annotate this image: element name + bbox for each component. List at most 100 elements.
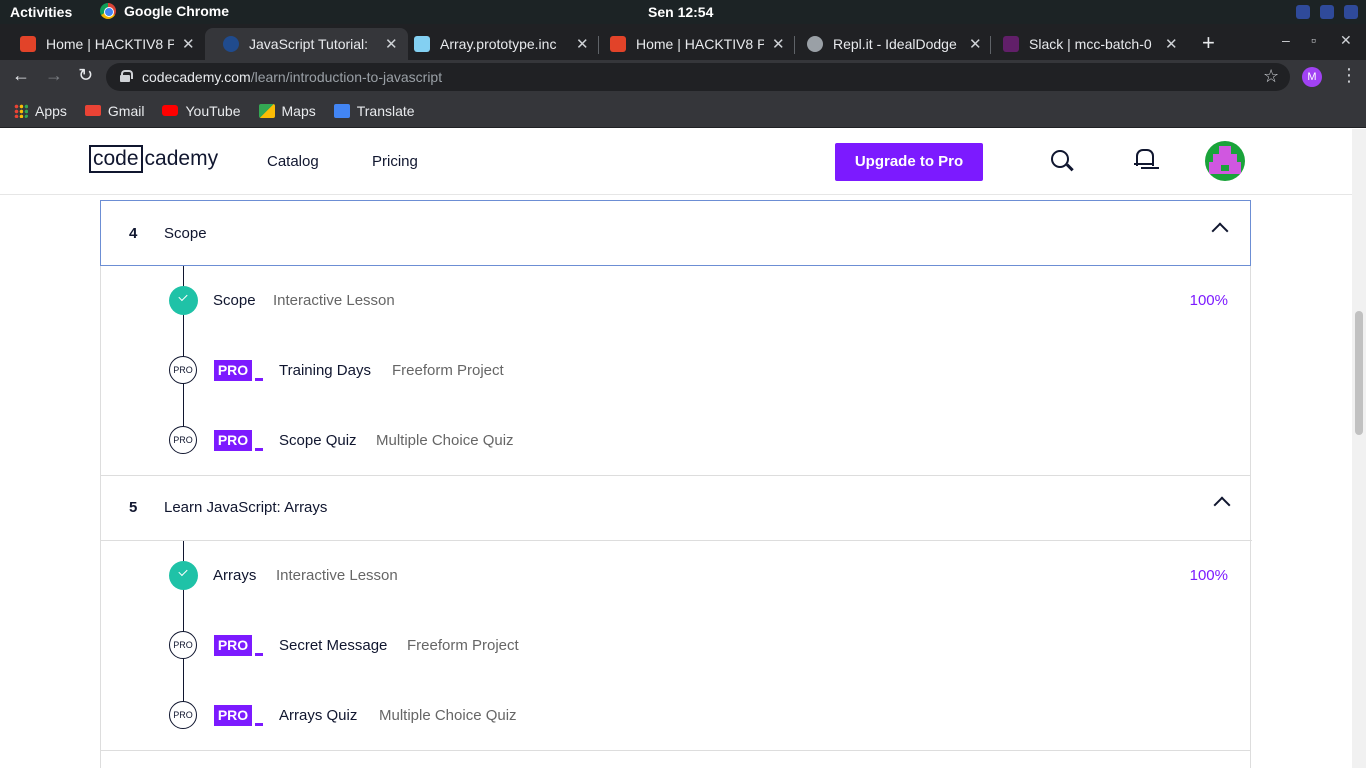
module-title: Scope	[164, 225, 207, 242]
syllabus-item[interactable]: PRO PRO Scope Quiz Multiple Choice Quiz	[101, 426, 1252, 456]
tab[interactable]: Repl.it - IdealDodge ✕	[789, 28, 992, 60]
back-icon[interactable]: ←	[12, 65, 30, 86]
pro-lock-icon: PRO	[169, 356, 197, 384]
power-icon[interactable]	[1344, 5, 1358, 19]
checkmark-icon	[169, 561, 198, 590]
volume-icon[interactable]	[1320, 5, 1334, 19]
pro-lock-icon: PRO	[169, 631, 197, 659]
module-header[interactable]: 4 Scope	[100, 200, 1251, 266]
upgrade-to-pro-button[interactable]: Upgrade to Pro	[835, 143, 983, 181]
module-number: 5	[129, 499, 138, 516]
clock[interactable]: Sen 12:54	[648, 4, 713, 20]
close-icon[interactable]: ✕	[576, 35, 589, 53]
slack-icon	[1003, 36, 1019, 52]
bookmark-maps[interactable]: Maps	[258, 102, 316, 119]
pro-badge: PRO	[214, 430, 252, 451]
bookmark-label: Translate	[356, 102, 415, 119]
pro-badge-cursor	[255, 378, 263, 381]
item-type: Multiple Choice Quiz	[376, 432, 514, 449]
tab[interactable]: Array.prototype.inc ✕	[396, 28, 599, 60]
bookmark-label: Maps	[281, 102, 316, 119]
page-scrollbar[interactable]	[1352, 129, 1366, 768]
tab[interactable]: Slack | mcc-batch-0 ✕	[985, 28, 1188, 60]
notification-bell-icon[interactable]	[1134, 149, 1154, 169]
item-type: Multiple Choice Quiz	[379, 707, 517, 724]
gmail-icon	[84, 105, 101, 116]
chevron-up-icon[interactable]	[1213, 496, 1231, 514]
item-title[interactable]: Scope Quiz	[279, 432, 357, 449]
nav-catalog[interactable]: Catalog	[267, 153, 319, 170]
module-title: Learn JavaScript: Arrays	[164, 499, 328, 516]
bookmark-star-icon[interactable]: ☆	[1263, 66, 1279, 87]
accessibility-icon[interactable]	[1296, 5, 1310, 19]
close-window-icon[interactable]: ✕	[1340, 32, 1352, 49]
item-type: Interactive Lesson	[276, 567, 398, 584]
minimize-icon[interactable]: –	[1282, 32, 1290, 48]
logo-rest-text: cademy	[144, 147, 219, 170]
bookmark-translate[interactable]: Translate	[333, 102, 415, 119]
bookmark-apps[interactable]: Apps	[14, 103, 67, 119]
item-title[interactable]: Training Days	[279, 362, 371, 379]
search-icon[interactable]	[1051, 150, 1069, 168]
module-scope: 4 Scope Scope Interactive Lesson 100% PR…	[100, 200, 1251, 475]
url-host: codecademy.com	[142, 69, 251, 85]
module-divider	[100, 750, 1251, 751]
syllabus-item[interactable]: Scope Interactive Lesson 100%	[101, 286, 1252, 316]
module-number: 4	[129, 225, 138, 242]
syllabus-item[interactable]: PRO PRO Arrays Quiz Multiple Choice Quiz	[101, 701, 1252, 731]
item-title[interactable]: Secret Message	[279, 637, 387, 654]
close-icon[interactable]: ✕	[772, 35, 785, 53]
bookmark-label: Apps	[35, 102, 67, 119]
pro-badge: PRO	[214, 705, 252, 726]
bookmark-gmail[interactable]: Gmail	[84, 103, 144, 119]
pro-lock-icon: PRO	[169, 426, 197, 454]
forward-icon[interactable]: →	[45, 65, 63, 86]
tab[interactable]: Home | HACKTIV8 P ✕	[2, 28, 205, 60]
close-icon[interactable]: ✕	[182, 35, 195, 53]
syllabus-item[interactable]: PRO PRO Secret Message Freeform Project	[101, 631, 1252, 661]
syllabus-item[interactable]: Arrays Interactive Lesson 100%	[101, 561, 1252, 591]
activities-button[interactable]: Activities	[10, 4, 72, 20]
item-title[interactable]: Arrays	[213, 567, 256, 584]
syllabus-item[interactable]: PRO PRO Training Days Freeform Project	[101, 356, 1252, 386]
system-top-bar: Activities Google Chrome Sen 12:54	[0, 0, 1366, 24]
bookmarks-bar: Apps Gmail YouTube Maps Translate	[0, 94, 1366, 128]
apps-grid-icon	[14, 103, 28, 118]
bookmark-youtube[interactable]: YouTube	[162, 103, 241, 119]
profile-avatar[interactable]: M	[1302, 67, 1322, 87]
module-header[interactable]: 5 Learn JavaScript: Arrays	[101, 475, 1252, 541]
codecademy-logo[interactable]: code cademy	[89, 145, 218, 173]
chrome-icon	[100, 3, 116, 19]
codecademy-icon	[223, 36, 239, 52]
menu-icon[interactable]: ⋮	[1340, 65, 1358, 86]
pro-badge: PRO	[214, 360, 252, 381]
system-tray[interactable]	[1296, 5, 1358, 19]
address-bar[interactable]: codecademy.com/learn/introduction-to-jav…	[106, 63, 1290, 91]
scrollbar-thumb[interactable]	[1355, 311, 1363, 435]
youtube-icon	[162, 105, 179, 116]
close-icon[interactable]: ✕	[1165, 35, 1178, 53]
item-title[interactable]: Scope	[213, 292, 256, 309]
tab-title: JavaScript Tutorial:	[249, 36, 369, 52]
logo-box-text: code	[89, 145, 143, 173]
chevron-up-icon[interactable]	[1211, 222, 1229, 240]
pro-badge: PRO	[214, 635, 252, 656]
user-avatar[interactable]	[1205, 141, 1245, 181]
app-menu[interactable]: Google Chrome	[100, 3, 229, 19]
tab[interactable]: Home | HACKTIV8 P ✕	[592, 28, 795, 60]
tab-active[interactable]: JavaScript Tutorial: ✕	[205, 28, 408, 60]
pro-lock-icon: PRO	[169, 701, 197, 729]
new-tab-icon[interactable]: +	[1202, 30, 1215, 56]
close-icon[interactable]: ✕	[969, 35, 982, 53]
gitlab-icon	[20, 36, 36, 52]
module-arrays: 5 Learn JavaScript: Arrays Arrays Intera…	[100, 475, 1252, 768]
item-type: Freeform Project	[407, 637, 519, 654]
item-title[interactable]: Arrays Quiz	[279, 707, 357, 724]
browser-toolbar: ← → ↻ codecademy.com/learn/introduction-…	[0, 60, 1366, 94]
reload-icon[interactable]: ↻	[78, 65, 93, 86]
nav-pricing[interactable]: Pricing	[372, 153, 418, 170]
lock-icon[interactable]	[120, 70, 133, 82]
tab-title: Home | HACKTIV8 P	[636, 36, 764, 52]
restore-icon[interactable]: ▫	[1311, 32, 1316, 48]
site-header: code cademy Catalog Pricing Upgrade to P…	[0, 129, 1352, 195]
